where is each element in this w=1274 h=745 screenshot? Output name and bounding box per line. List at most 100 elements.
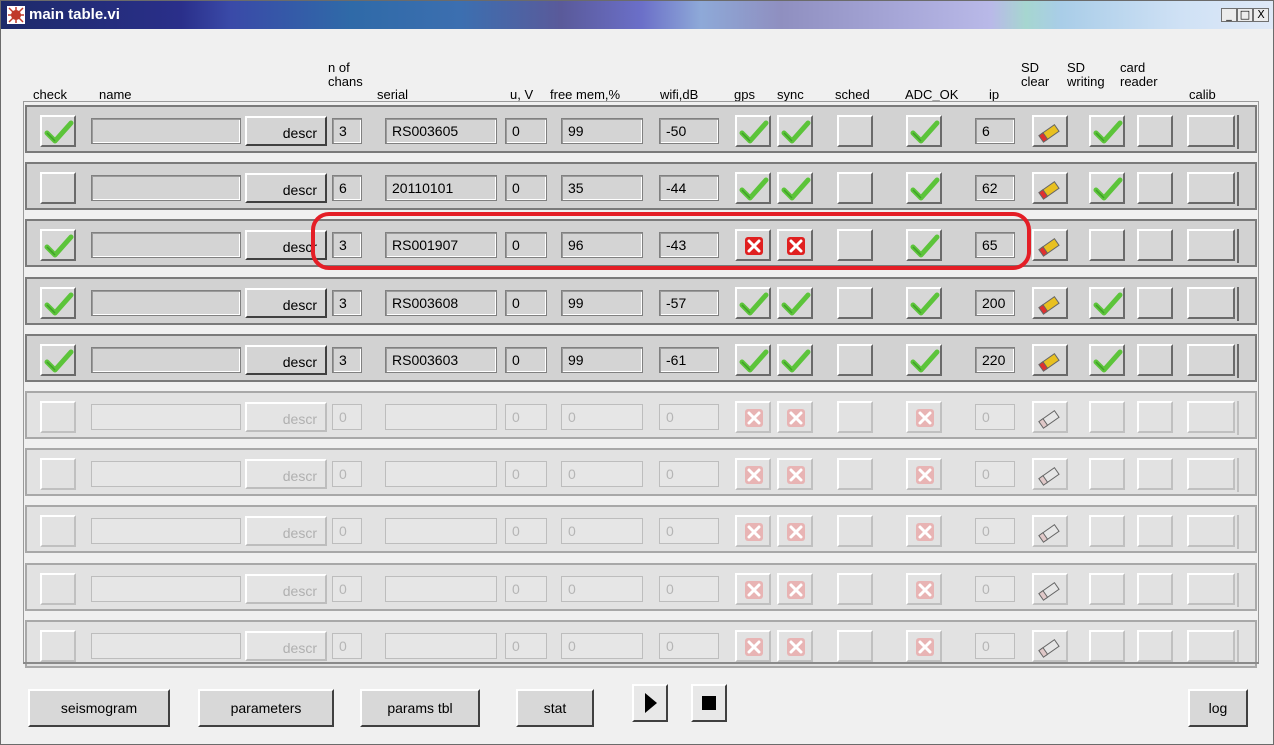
sd-clear-button[interactable]	[1032, 515, 1068, 548]
calib-button[interactable]	[1187, 629, 1235, 662]
card-reader-button[interactable]	[1137, 172, 1173, 205]
minimize-button[interactable]: _	[1221, 8, 1237, 22]
check-toggle[interactable]	[40, 401, 76, 433]
name-field[interactable]	[91, 518, 241, 545]
calib-button[interactable]	[1187, 172, 1235, 205]
gps-indicator[interactable]	[735, 458, 771, 491]
sd-clear-button[interactable]	[1032, 629, 1068, 662]
sched-button[interactable]	[837, 629, 873, 662]
name-field[interactable]	[91, 404, 241, 430]
descr-button[interactable]: descr	[245, 402, 327, 432]
name-field[interactable]	[91, 461, 241, 488]
calib-button[interactable]	[1187, 115, 1235, 147]
check-toggle[interactable]	[40, 172, 76, 205]
calib-button[interactable]	[1187, 458, 1235, 491]
name-field[interactable]	[91, 632, 241, 659]
sync-indicator[interactable]	[777, 515, 813, 548]
check-toggle[interactable]	[40, 629, 76, 662]
sync-indicator[interactable]	[777, 343, 813, 376]
sd-writing-indicator[interactable]	[1089, 572, 1125, 605]
sd-clear-button[interactable]	[1032, 172, 1068, 205]
card-reader-button[interactable]	[1137, 115, 1173, 147]
stat-button[interactable]: stat	[516, 689, 594, 727]
sd-writing-indicator[interactable]	[1089, 515, 1125, 548]
check-toggle[interactable]	[40, 458, 76, 491]
seismogram-button[interactable]: seismogram	[28, 689, 170, 727]
parameters-button[interactable]: parameters	[198, 689, 334, 727]
sched-button[interactable]	[837, 572, 873, 605]
name-field[interactable]	[91, 118, 241, 144]
check-toggle[interactable]	[40, 115, 76, 147]
calib-button[interactable]	[1187, 229, 1235, 262]
sd-clear-button[interactable]	[1032, 229, 1068, 262]
params-tbl-button[interactable]: params tbl	[360, 689, 480, 727]
gps-indicator[interactable]	[735, 172, 771, 205]
card-reader-button[interactable]	[1137, 515, 1173, 548]
descr-button[interactable]: descr	[245, 516, 327, 547]
sd-writing-indicator[interactable]	[1089, 629, 1125, 662]
run-button[interactable]	[632, 684, 668, 722]
sync-indicator[interactable]	[777, 172, 813, 205]
sync-indicator[interactable]	[777, 572, 813, 605]
name-field[interactable]	[91, 175, 241, 202]
check-toggle[interactable]	[40, 343, 76, 376]
check-toggle[interactable]	[40, 229, 76, 262]
sd-clear-button[interactable]	[1032, 115, 1068, 147]
descr-button[interactable]: descr	[245, 173, 327, 204]
sched-button[interactable]	[837, 286, 873, 319]
check-toggle[interactable]	[40, 286, 76, 319]
sync-indicator[interactable]	[777, 629, 813, 662]
name-field[interactable]	[91, 346, 241, 373]
sync-indicator[interactable]	[777, 401, 813, 433]
stop-button[interactable]	[691, 684, 727, 722]
sync-indicator[interactable]	[777, 115, 813, 147]
sd-clear-button[interactable]	[1032, 343, 1068, 376]
sd-writing-indicator[interactable]	[1089, 115, 1125, 147]
sync-indicator[interactable]	[777, 458, 813, 491]
descr-button[interactable]: descr	[245, 116, 327, 146]
sd-writing-indicator[interactable]	[1089, 286, 1125, 319]
gps-indicator[interactable]	[735, 286, 771, 319]
card-reader-button[interactable]	[1137, 343, 1173, 376]
card-reader-button[interactable]	[1137, 229, 1173, 262]
check-toggle[interactable]	[40, 515, 76, 548]
sd-clear-button[interactable]	[1032, 401, 1068, 433]
gps-indicator[interactable]	[735, 343, 771, 376]
sd-clear-button[interactable]	[1032, 286, 1068, 319]
sd-writing-indicator[interactable]	[1089, 458, 1125, 491]
descr-button[interactable]: descr	[245, 344, 327, 375]
adc-ok-indicator[interactable]	[906, 572, 942, 605]
calib-button[interactable]	[1187, 515, 1235, 548]
sched-button[interactable]	[837, 515, 873, 548]
adc-ok-indicator[interactable]	[906, 343, 942, 376]
gps-indicator[interactable]	[735, 515, 771, 548]
adc-ok-indicator[interactable]	[906, 115, 942, 147]
check-toggle[interactable]	[40, 572, 76, 605]
sched-button[interactable]	[837, 172, 873, 205]
sd-clear-button[interactable]	[1032, 572, 1068, 605]
descr-button[interactable]: descr	[245, 630, 327, 661]
calib-button[interactable]	[1187, 572, 1235, 605]
sd-writing-indicator[interactable]	[1089, 401, 1125, 433]
gps-indicator[interactable]	[735, 572, 771, 605]
name-field[interactable]	[91, 575, 241, 602]
gps-indicator[interactable]	[735, 115, 771, 147]
maximize-button[interactable]: □	[1237, 8, 1253, 22]
card-reader-button[interactable]	[1137, 458, 1173, 491]
adc-ok-indicator[interactable]	[906, 286, 942, 319]
adc-ok-indicator[interactable]	[906, 172, 942, 205]
sched-button[interactable]	[837, 401, 873, 433]
sd-writing-indicator[interactable]	[1089, 343, 1125, 376]
sd-writing-indicator[interactable]	[1089, 229, 1125, 262]
calib-button[interactable]	[1187, 343, 1235, 376]
gps-indicator[interactable]	[735, 629, 771, 662]
sched-button[interactable]	[837, 458, 873, 491]
sd-writing-indicator[interactable]	[1089, 172, 1125, 205]
gps-indicator[interactable]	[735, 401, 771, 433]
descr-button[interactable]: descr	[245, 459, 327, 490]
log-button[interactable]: log	[1188, 689, 1248, 727]
name-field[interactable]	[91, 232, 241, 259]
adc-ok-indicator[interactable]	[906, 401, 942, 433]
sync-indicator[interactable]	[777, 286, 813, 319]
adc-ok-indicator[interactable]	[906, 629, 942, 662]
